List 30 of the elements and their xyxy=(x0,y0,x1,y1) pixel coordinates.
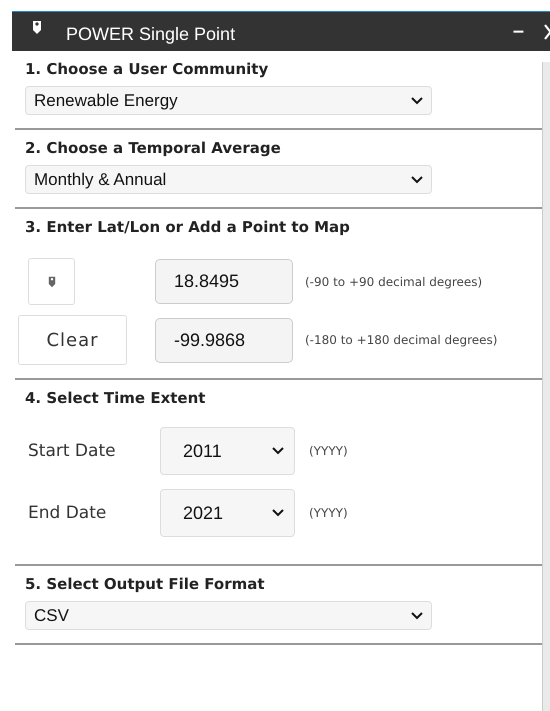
clear-button[interactable]: Clear xyxy=(18,315,127,365)
section-heading: 1. Choose a User Community xyxy=(25,60,270,78)
chevron-icon xyxy=(411,96,423,104)
date-label: End Date xyxy=(28,503,108,523)
temporal-average-dropdown[interactable]: Monthly & Annual xyxy=(25,165,432,194)
map-pin-icon xyxy=(32,20,42,35)
minimize-button[interactable]: – xyxy=(512,20,524,43)
longitude-field[interactable]: -99.9868 xyxy=(155,318,293,362)
year-dropdown[interactable]: 2011 xyxy=(160,427,295,475)
window-title: POWER Single Point xyxy=(66,24,236,45)
date-label: Start Date xyxy=(28,441,117,461)
latitude-hint: (-90 to +90 decimal degrees) xyxy=(305,274,484,290)
chevron-icon xyxy=(411,176,423,184)
scrollbar[interactable] xyxy=(542,62,550,711)
year-dropdown[interactable]: 2021 xyxy=(160,489,295,537)
section-heading: 2. Choose a Temporal Average xyxy=(25,139,282,157)
section-heading: 4. Select Time Extent xyxy=(25,389,206,407)
section-heading: 3. Enter Lat/Lon or Add a Point to Map xyxy=(25,218,351,236)
chevron-icon xyxy=(272,509,284,517)
map-pin-icon xyxy=(48,276,56,288)
format-hint: (YYYY) xyxy=(309,506,348,520)
longitude-hint: (-180 to +180 decimal degrees) xyxy=(305,332,498,349)
format-hint: (YYYY) xyxy=(309,444,348,458)
section-heading: 5. Select Output File Format xyxy=(25,575,266,593)
chevron-icon xyxy=(272,447,284,455)
add-point-button[interactable] xyxy=(28,258,75,305)
file-format-dropdown[interactable]: CSV xyxy=(25,601,432,630)
community-dropdown[interactable]: Renewable Energy xyxy=(25,86,432,115)
latitude-field[interactable]: 18.8495 xyxy=(155,259,293,304)
chevron-icon xyxy=(411,612,423,620)
